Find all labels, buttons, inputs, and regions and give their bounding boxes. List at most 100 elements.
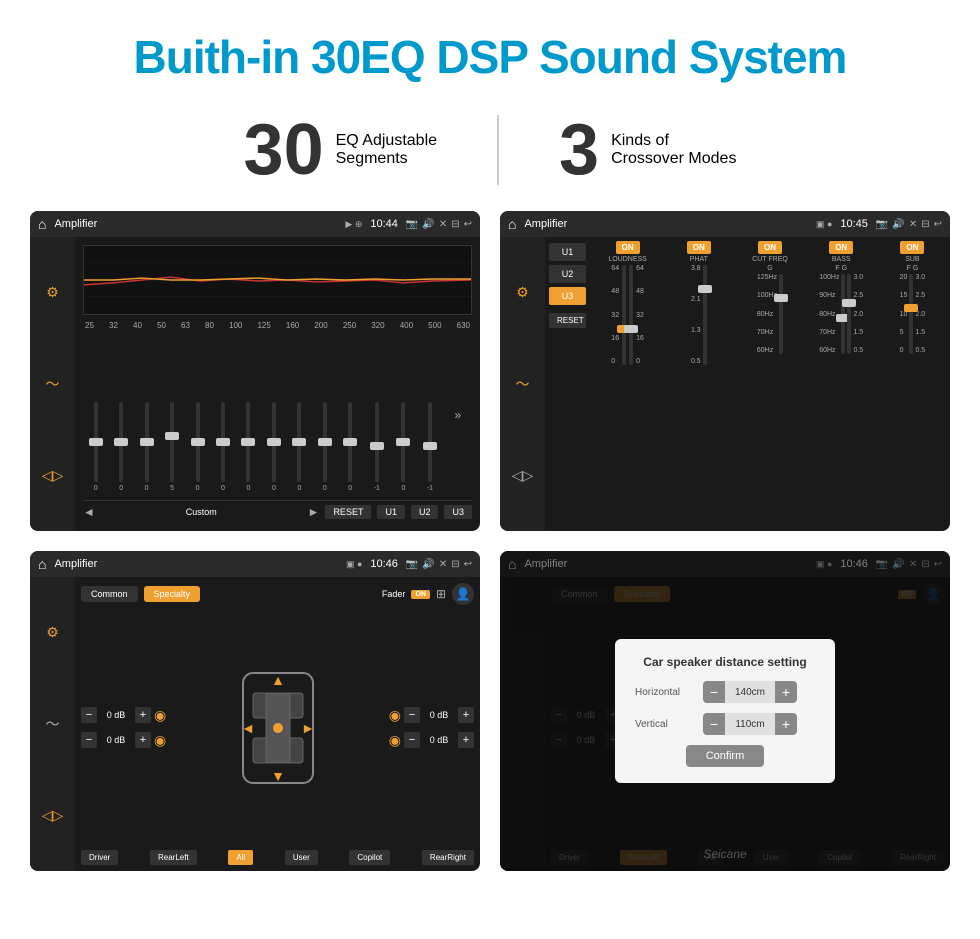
cross-vol-icon[interactable]: ◁▷ [512,467,534,484]
screen1-title: Amplifier [54,218,337,230]
db-val-1: 0 dB [100,710,132,720]
eq-slider-10: 0 [348,402,352,492]
eq-icon[interactable]: ⚙ [46,284,59,301]
vol-icon[interactable]: ◁▷ [42,467,64,484]
vertical-value: 110cm [725,719,775,730]
cross-eq-icon[interactable]: ⚙ [516,284,529,301]
svg-text:◄: ◄ [241,720,255,736]
speaker-bottom-row: Driver RearLeft All User Copilot RearRig… [81,850,474,865]
plus-btn-1[interactable]: + [135,707,151,723]
sp-vol-icon[interactable]: ◁▷ [42,807,64,824]
db-row-bottomright: ◉ − 0 dB + [389,732,474,749]
cutfreq-on-btn[interactable]: ON [758,241,782,254]
speaker-rr-icon: ◉ [389,732,401,749]
svg-text:▼: ▼ [271,768,285,784]
eq-custom-label: Custom [101,507,302,517]
wave-icon[interactable]: 〜 [46,374,60,394]
bass-on-btn[interactable]: ON [829,241,853,254]
plus-btn-3[interactable]: + [458,707,474,723]
db-val-3: 0 dB [423,710,455,720]
speaker-main: Common Specialty Fader ON ⊞ 👤 − 0 dB + ◉ [75,577,480,871]
rearleft-btn[interactable]: RearLeft [150,850,197,865]
screen1-time: 10:44 [370,218,398,230]
cross-wave-icon[interactable]: 〜 [516,374,530,394]
home-icon-3[interactable]: ⌂ [38,556,46,572]
all-btn[interactable]: All [228,850,253,865]
eq-freq-labels: 253240506380 100125160200250320 40050063… [83,321,472,330]
home-icon[interactable]: ⌂ [38,216,46,232]
driver-btn[interactable]: Driver [81,850,118,865]
eq-slider-7: 0 [272,402,276,492]
eq-slider-2: 0 [145,402,149,492]
phat-label: PHAT [690,256,708,263]
reset-btn-1[interactable]: RESET [325,505,371,519]
horizontal-minus-btn[interactable]: − [703,681,725,703]
minus-btn-3[interactable]: − [404,707,420,723]
vertical-label: Vertical [635,719,695,730]
speaker-fr-icon: ◉ [389,707,401,724]
u2-cross-btn[interactable]: U2 [549,265,586,283]
loudness-on-btn[interactable]: ON [616,241,640,254]
common-mode-btn[interactable]: Common [81,586,138,602]
cross-sidebar: ⚙ 〜 ◁▷ [500,237,545,531]
svg-text:►: ► [301,720,315,736]
u3-btn[interactable]: U3 [444,505,472,519]
u1-btn[interactable]: U1 [377,505,405,519]
copilot-btn[interactable]: Copilot [349,850,390,865]
minus-btn-2[interactable]: − [81,732,97,748]
vertical-plus-btn[interactable]: + [775,713,797,735]
eq-bottom-bar: ◄ Custom ► RESET U1 U2 U3 [83,500,472,523]
prev-arrow[interactable]: ◄ [83,505,95,519]
speaker-fl-icon: ◉ [154,707,166,724]
eq-graph [83,245,472,315]
stats-row: 30 EQ Adjustable Segments 3 Kinds of Cro… [0,104,980,211]
speaker-top-row: Common Specialty Fader ON ⊞ 👤 [81,583,474,605]
home-icon-2[interactable]: ⌂ [508,216,516,232]
phat-on-btn[interactable]: ON [687,241,711,254]
eq-slider-3: 5 [170,402,174,492]
sub-on-btn[interactable]: ON [900,241,924,254]
horizontal-stepper: − 140cm + [703,681,797,703]
channel-loudness: ON LOUDNESS 644832160 644832160 [594,241,661,365]
sp-wave-icon[interactable]: 〜 [46,714,60,734]
eq-desc: EQ Adjustable Segments [336,132,437,168]
modal-title: Car speaker distance setting [635,655,815,669]
db-val-2: 0 dB [100,735,132,745]
speaker-right-controls: ◉ − 0 dB + ◉ − 0 dB + [389,707,474,749]
rearright-btn[interactable]: RearRight [422,850,474,865]
plus-btn-2[interactable]: + [135,732,151,748]
screen2-title: Amplifier [524,218,807,230]
next-arrow[interactable]: ► [308,505,320,519]
screen-speaker: ⌂ Amplifier ▣ ● 10:46 📷🔊✕⊟↩ ⚙ 〜 ◁▷ Commo… [30,551,480,871]
user-btn[interactable]: User [285,850,318,865]
screen-crossover: ⌂ Amplifier ▣ ● 10:45 📷🔊✕⊟↩ ⚙ 〜 ◁▷ U1 U2… [500,211,950,531]
screen3-title: Amplifier [54,558,337,570]
vertical-minus-btn[interactable]: − [703,713,725,735]
minus-btn-4[interactable]: − [404,732,420,748]
screen3-icons-left: ▣ ● [346,559,362,570]
db-row-bottomleft: − 0 dB + ◉ [81,732,166,749]
specialty-mode-btn[interactable]: Specialty [144,586,201,602]
horizontal-plus-btn[interactable]: + [775,681,797,703]
u3-cross-btn[interactable]: U3 [549,287,586,305]
eq-sidebar: ⚙ 〜 ◁▷ [30,237,75,531]
minus-btn-1[interactable]: − [81,707,97,723]
horizontal-label: Horizontal [635,687,695,698]
speaker-sidebar: ⚙ 〜 ◁▷ [30,577,75,871]
page-title: Buith-in 30EQ DSP Sound System [20,30,960,84]
crossover-stat: 3 Kinds of Crossover Modes [499,114,796,186]
crossover-desc: Kinds of Crossover Modes [611,132,736,168]
horizontal-row: Horizontal − 140cm + [635,681,815,703]
u2-btn[interactable]: U2 [411,505,439,519]
sp-eq-icon[interactable]: ⚙ [46,624,59,641]
channel-phat: ON PHAT 3.82.11.30.5 [665,241,732,365]
confirm-button[interactable]: Confirm [686,745,765,767]
fader-on-badge: ON [411,590,430,599]
eq-slider-5: 0 [221,402,225,492]
eq-screen-content: ⚙ 〜 ◁▷ [30,237,480,531]
u1-cross-btn[interactable]: U1 [549,243,586,261]
channel-bass: ON BASS F G 100Hz90Hz80Hz70Hz60Hz 3.02.5… [808,241,875,365]
cross-reset-btn[interactable]: RESET [549,313,586,328]
plus-btn-4[interactable]: + [458,732,474,748]
screen3-status-icons: 📷🔊✕⊟↩ [406,559,472,570]
